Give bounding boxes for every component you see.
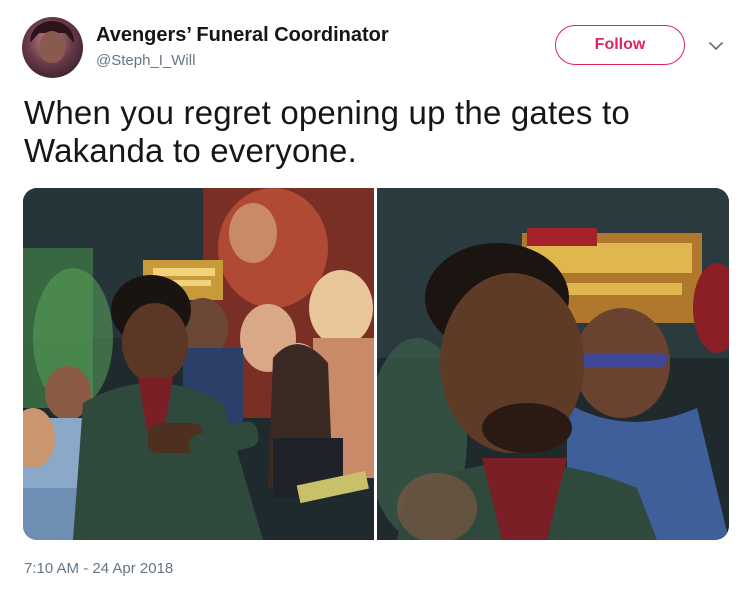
tweet-card: Avengers’ Funeral Coordinator @Steph_I_W…	[0, 0, 753, 592]
follow-button[interactable]: Follow	[555, 25, 685, 65]
photo-left[interactable]	[23, 188, 374, 540]
tweet-text: When you regret opening up the gates to …	[24, 94, 630, 169]
tweet-timestamp[interactable]: 7:10 AM - 24 Apr 2018	[24, 560, 173, 577]
photo-right[interactable]	[377, 188, 729, 540]
user-handle[interactable]: @Steph_I_Will	[96, 52, 195, 69]
tweet-media	[23, 188, 729, 540]
chevron-down-icon[interactable]	[707, 37, 725, 55]
avatar-face	[39, 31, 65, 63]
avatar[interactable]	[22, 17, 83, 78]
display-name[interactable]: Avengers’ Funeral Coordinator	[96, 24, 389, 47]
